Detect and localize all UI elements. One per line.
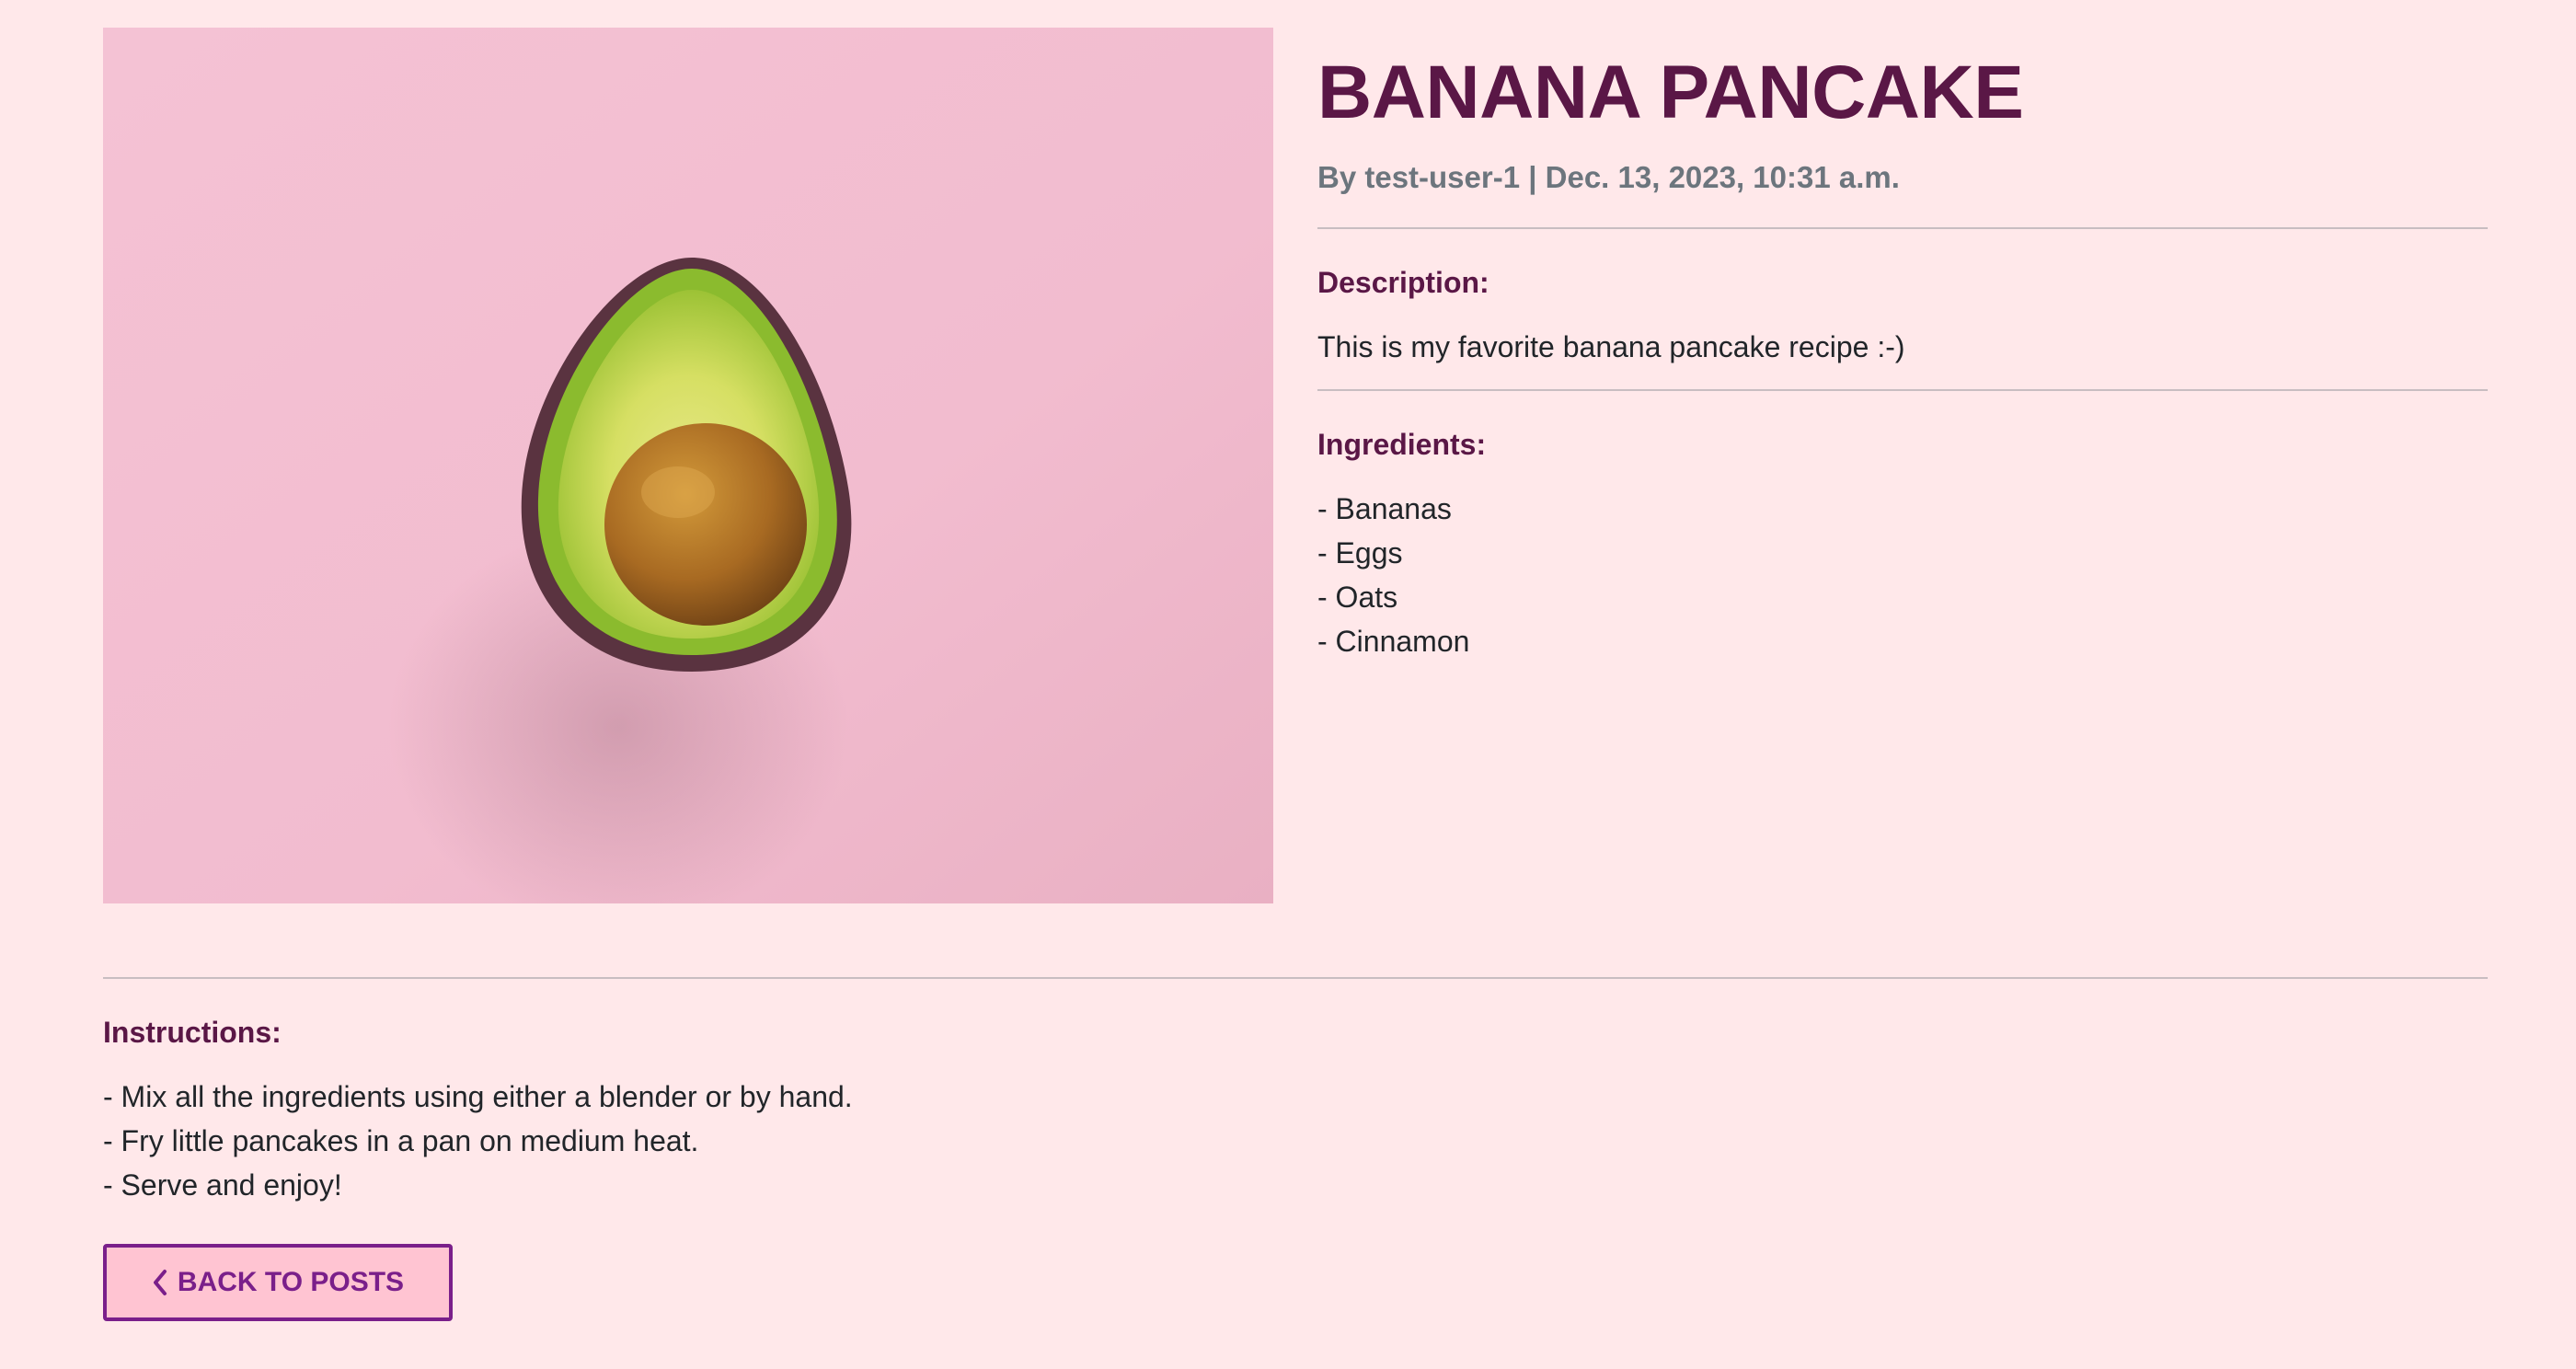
instruction-item: - Mix all the ingredients using either a… bbox=[103, 1080, 853, 1113]
recipe-image bbox=[103, 28, 1273, 903]
post-detail-page: BANANA PANCAKE By test-user-1 | Dec. 13,… bbox=[0, 0, 2576, 1369]
post-details: BANANA PANCAKE By test-user-1 | Dec. 13,… bbox=[1317, 55, 2488, 663]
chevron-left-icon bbox=[153, 1270, 167, 1295]
back-to-posts-button[interactable]: BACK TO POSTS bbox=[103, 1244, 453, 1321]
ingredient-item: - Oats bbox=[1317, 581, 1398, 614]
ingredient-item: - Eggs bbox=[1317, 536, 1403, 569]
instructions-list: - Mix all the ingredients using either a… bbox=[103, 1075, 2488, 1207]
ingredient-item: - Bananas bbox=[1317, 492, 1452, 525]
instruction-item: - Serve and enjoy! bbox=[103, 1168, 342, 1202]
post-meta: By test-user-1 | Dec. 13, 2023, 10:31 a.… bbox=[1317, 160, 1900, 194]
description-text: This is my favorite banana pancake recip… bbox=[1317, 330, 1905, 363]
ingredient-item: - Cinnamon bbox=[1317, 625, 1470, 658]
description-heading: Description: bbox=[1317, 266, 1489, 299]
back-to-posts-label: BACK TO POSTS bbox=[177, 1267, 405, 1297]
instruction-item: - Fry little pancakes in a pan on medium… bbox=[103, 1124, 699, 1157]
divider bbox=[1317, 227, 2488, 229]
divider bbox=[103, 977, 2488, 979]
instructions-heading: Instructions: bbox=[103, 1016, 282, 1049]
ingredients-heading: Ingredients: bbox=[1317, 428, 1487, 461]
post-title: BANANA PANCAKE bbox=[1317, 51, 2024, 134]
instructions-section: Instructions: - Mix all the ingredients … bbox=[103, 977, 2488, 1207]
ingredients-list: - Bananas - Eggs - Oats - Cinnamon bbox=[1317, 487, 2488, 663]
divider bbox=[1317, 389, 2488, 391]
